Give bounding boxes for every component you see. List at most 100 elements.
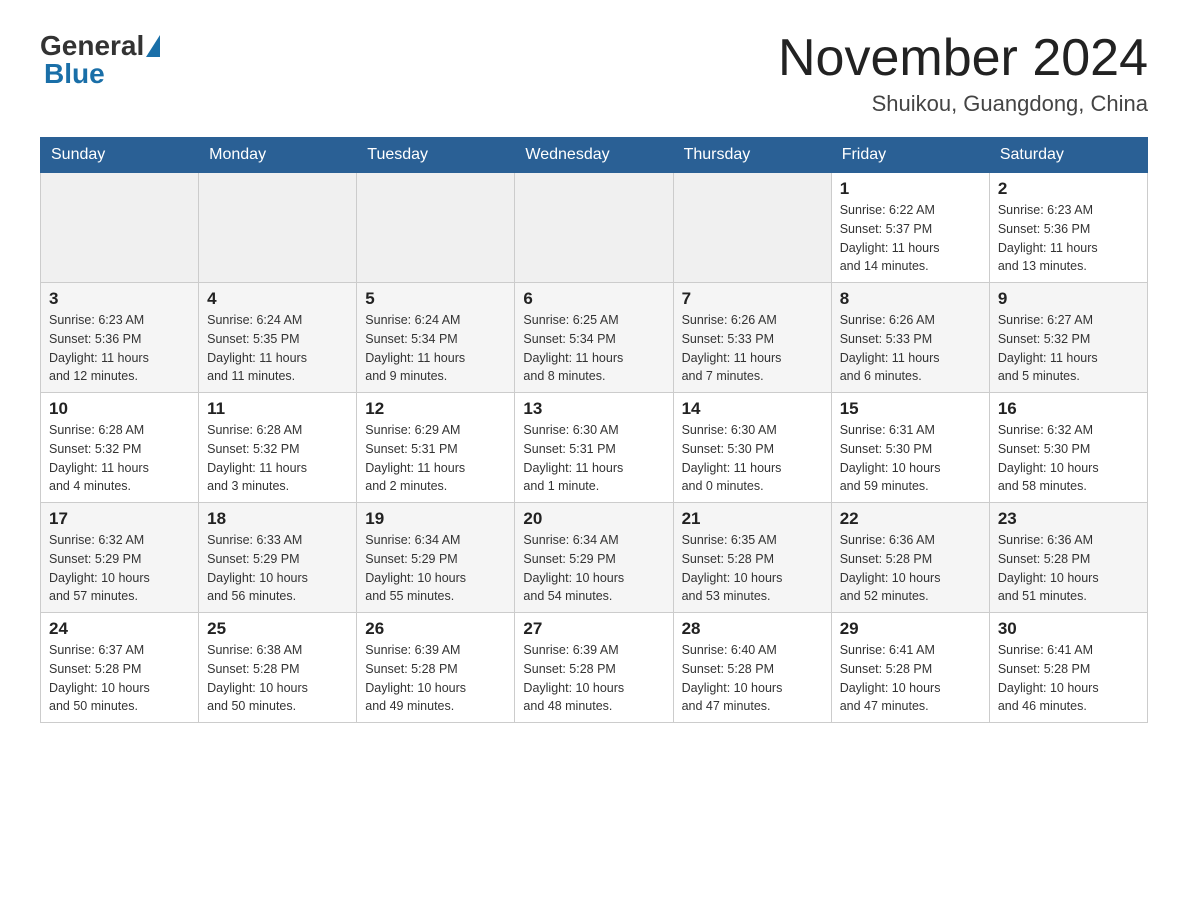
day-number: 27: [523, 619, 664, 639]
calendar-cell: 13Sunrise: 6:30 AM Sunset: 5:31 PM Dayli…: [515, 393, 673, 503]
calendar-cell: 15Sunrise: 6:31 AM Sunset: 5:30 PM Dayli…: [831, 393, 989, 503]
day-number: 14: [682, 399, 823, 419]
calendar-cell: 3Sunrise: 6:23 AM Sunset: 5:36 PM Daylig…: [41, 283, 199, 393]
day-info: Sunrise: 6:24 AM Sunset: 5:34 PM Dayligh…: [365, 311, 506, 386]
day-number: 8: [840, 289, 981, 309]
day-number: 30: [998, 619, 1139, 639]
day-info: Sunrise: 6:40 AM Sunset: 5:28 PM Dayligh…: [682, 641, 823, 716]
calendar-cell: 16Sunrise: 6:32 AM Sunset: 5:30 PM Dayli…: [989, 393, 1147, 503]
day-number: 6: [523, 289, 664, 309]
calendar-cell: 18Sunrise: 6:33 AM Sunset: 5:29 PM Dayli…: [199, 503, 357, 613]
calendar-cell: 24Sunrise: 6:37 AM Sunset: 5:28 PM Dayli…: [41, 613, 199, 723]
day-info: Sunrise: 6:39 AM Sunset: 5:28 PM Dayligh…: [523, 641, 664, 716]
calendar-cell: 7Sunrise: 6:26 AM Sunset: 5:33 PM Daylig…: [673, 283, 831, 393]
day-info: Sunrise: 6:27 AM Sunset: 5:32 PM Dayligh…: [998, 311, 1139, 386]
day-number: 19: [365, 509, 506, 529]
day-number: 18: [207, 509, 348, 529]
day-number: 2: [998, 179, 1139, 199]
calendar-cell: 28Sunrise: 6:40 AM Sunset: 5:28 PM Dayli…: [673, 613, 831, 723]
day-info: Sunrise: 6:39 AM Sunset: 5:28 PM Dayligh…: [365, 641, 506, 716]
day-number: 11: [207, 399, 348, 419]
calendar-cell: 19Sunrise: 6:34 AM Sunset: 5:29 PM Dayli…: [357, 503, 515, 613]
calendar-cell: 29Sunrise: 6:41 AM Sunset: 5:28 PM Dayli…: [831, 613, 989, 723]
day-number: 16: [998, 399, 1139, 419]
calendar-cell: 14Sunrise: 6:30 AM Sunset: 5:30 PM Dayli…: [673, 393, 831, 503]
day-info: Sunrise: 6:38 AM Sunset: 5:28 PM Dayligh…: [207, 641, 348, 716]
calendar-cell: [199, 173, 357, 283]
day-info: Sunrise: 6:32 AM Sunset: 5:29 PM Dayligh…: [49, 531, 190, 606]
day-number: 29: [840, 619, 981, 639]
calendar-cell: 2Sunrise: 6:23 AM Sunset: 5:36 PM Daylig…: [989, 173, 1147, 283]
day-info: Sunrise: 6:41 AM Sunset: 5:28 PM Dayligh…: [840, 641, 981, 716]
calendar-cell: [357, 173, 515, 283]
calendar-cell: 8Sunrise: 6:26 AM Sunset: 5:33 PM Daylig…: [831, 283, 989, 393]
day-info: Sunrise: 6:30 AM Sunset: 5:31 PM Dayligh…: [523, 421, 664, 496]
calendar-cell: [41, 173, 199, 283]
month-title: November 2024: [778, 30, 1148, 87]
calendar-cell: 6Sunrise: 6:25 AM Sunset: 5:34 PM Daylig…: [515, 283, 673, 393]
day-info: Sunrise: 6:36 AM Sunset: 5:28 PM Dayligh…: [998, 531, 1139, 606]
day-number: 26: [365, 619, 506, 639]
calendar-cell: 12Sunrise: 6:29 AM Sunset: 5:31 PM Dayli…: [357, 393, 515, 503]
location-text: Shuikou, Guangdong, China: [778, 91, 1148, 117]
week-row-5: 24Sunrise: 6:37 AM Sunset: 5:28 PM Dayli…: [41, 613, 1148, 723]
calendar-cell: 27Sunrise: 6:39 AM Sunset: 5:28 PM Dayli…: [515, 613, 673, 723]
day-info: Sunrise: 6:35 AM Sunset: 5:28 PM Dayligh…: [682, 531, 823, 606]
day-header-tuesday: Tuesday: [357, 138, 515, 173]
day-info: Sunrise: 6:24 AM Sunset: 5:35 PM Dayligh…: [207, 311, 348, 386]
day-header-wednesday: Wednesday: [515, 138, 673, 173]
day-number: 1: [840, 179, 981, 199]
day-number: 9: [998, 289, 1139, 309]
day-number: 3: [49, 289, 190, 309]
calendar-cell: 21Sunrise: 6:35 AM Sunset: 5:28 PM Dayli…: [673, 503, 831, 613]
calendar-cell: 11Sunrise: 6:28 AM Sunset: 5:32 PM Dayli…: [199, 393, 357, 503]
day-info: Sunrise: 6:34 AM Sunset: 5:29 PM Dayligh…: [523, 531, 664, 606]
calendar-cell: 25Sunrise: 6:38 AM Sunset: 5:28 PM Dayli…: [199, 613, 357, 723]
calendar-table: SundayMondayTuesdayWednesdayThursdayFrid…: [40, 137, 1148, 723]
week-row-2: 3Sunrise: 6:23 AM Sunset: 5:36 PM Daylig…: [41, 283, 1148, 393]
day-info: Sunrise: 6:30 AM Sunset: 5:30 PM Dayligh…: [682, 421, 823, 496]
day-info: Sunrise: 6:33 AM Sunset: 5:29 PM Dayligh…: [207, 531, 348, 606]
day-info: Sunrise: 6:41 AM Sunset: 5:28 PM Dayligh…: [998, 641, 1139, 716]
week-row-4: 17Sunrise: 6:32 AM Sunset: 5:29 PM Dayli…: [41, 503, 1148, 613]
day-number: 12: [365, 399, 506, 419]
day-number: 4: [207, 289, 348, 309]
day-number: 21: [682, 509, 823, 529]
day-number: 25: [207, 619, 348, 639]
day-info: Sunrise: 6:26 AM Sunset: 5:33 PM Dayligh…: [682, 311, 823, 386]
day-number: 23: [998, 509, 1139, 529]
day-header-saturday: Saturday: [989, 138, 1147, 173]
day-header-sunday: Sunday: [41, 138, 199, 173]
calendar-cell: 17Sunrise: 6:32 AM Sunset: 5:29 PM Dayli…: [41, 503, 199, 613]
calendar-cell: [673, 173, 831, 283]
day-info: Sunrise: 6:29 AM Sunset: 5:31 PM Dayligh…: [365, 421, 506, 496]
day-info: Sunrise: 6:26 AM Sunset: 5:33 PM Dayligh…: [840, 311, 981, 386]
calendar-cell: 5Sunrise: 6:24 AM Sunset: 5:34 PM Daylig…: [357, 283, 515, 393]
calendar-cell: 26Sunrise: 6:39 AM Sunset: 5:28 PM Dayli…: [357, 613, 515, 723]
day-info: Sunrise: 6:32 AM Sunset: 5:30 PM Dayligh…: [998, 421, 1139, 496]
day-number: 13: [523, 399, 664, 419]
logo-triangle-icon: [146, 35, 160, 57]
day-number: 10: [49, 399, 190, 419]
page-header: General Blue November 2024 Shuikou, Guan…: [40, 30, 1148, 117]
day-info: Sunrise: 6:22 AM Sunset: 5:37 PM Dayligh…: [840, 201, 981, 276]
day-info: Sunrise: 6:23 AM Sunset: 5:36 PM Dayligh…: [49, 311, 190, 386]
calendar-cell: 1Sunrise: 6:22 AM Sunset: 5:37 PM Daylig…: [831, 173, 989, 283]
day-number: 7: [682, 289, 823, 309]
day-number: 17: [49, 509, 190, 529]
calendar-cell: 20Sunrise: 6:34 AM Sunset: 5:29 PM Dayli…: [515, 503, 673, 613]
calendar-cell: 10Sunrise: 6:28 AM Sunset: 5:32 PM Dayli…: [41, 393, 199, 503]
calendar-cell: 23Sunrise: 6:36 AM Sunset: 5:28 PM Dayli…: [989, 503, 1147, 613]
calendar-cell: 9Sunrise: 6:27 AM Sunset: 5:32 PM Daylig…: [989, 283, 1147, 393]
day-number: 15: [840, 399, 981, 419]
day-info: Sunrise: 6:31 AM Sunset: 5:30 PM Dayligh…: [840, 421, 981, 496]
day-info: Sunrise: 6:28 AM Sunset: 5:32 PM Dayligh…: [207, 421, 348, 496]
day-header-monday: Monday: [199, 138, 357, 173]
calendar-cell: 30Sunrise: 6:41 AM Sunset: 5:28 PM Dayli…: [989, 613, 1147, 723]
day-number: 20: [523, 509, 664, 529]
week-row-3: 10 Sunrise: 6:28 AM Sunset: 5:32 PM Dayli…: [41, 393, 1148, 503]
logo-blue-text: Blue: [44, 58, 105, 89]
day-info: Sunrise: 6:36 AM Sunset: 5:28 PM Dayligh…: [840, 531, 981, 606]
day-number: 22: [840, 509, 981, 529]
day-header-friday: Friday: [831, 138, 989, 173]
